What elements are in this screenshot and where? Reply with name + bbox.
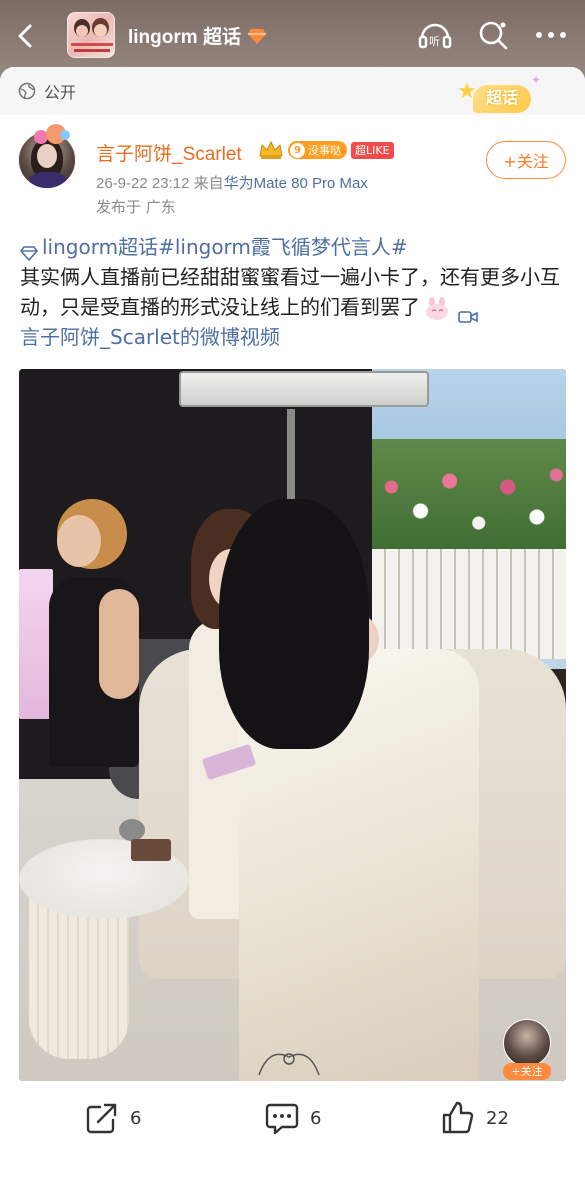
video-light-panel: [179, 371, 429, 407]
sparkle-icon: ✦: [531, 73, 542, 87]
listen-icon[interactable]: 听: [417, 18, 453, 52]
video-person-left: [39, 499, 149, 769]
level-tag: 没事哒: [308, 144, 341, 157]
video-cup: [119, 819, 145, 841]
video-decoration-icon: [249, 1037, 329, 1077]
post-location: 发布于 广东: [96, 198, 176, 216]
super-like-badge[interactable]: 超LIKE: [351, 141, 394, 159]
post-meta: 26-9-22 23:12 来自华为Mate 80 Pro Max: [96, 172, 368, 193]
more-icon[interactable]: [533, 18, 569, 52]
chaohua-badge-label: 超话: [473, 85, 531, 113]
source-prefix: 来自: [193, 175, 224, 192]
search-icon[interactable]: [475, 18, 511, 52]
share-button[interactable]: 6: [84, 1100, 141, 1136]
visibility-label: 公开: [44, 83, 77, 102]
comment-count: 6: [310, 1107, 322, 1129]
video-follow-button[interactable]: +关注: [503, 1063, 551, 1080]
video-box: [131, 839, 171, 861]
video-author-avatar[interactable]: [503, 1019, 551, 1067]
diamond-icon: [19, 239, 39, 262]
post-time: 26-9-22 23:12: [96, 175, 190, 192]
rabbit-emoji-icon: [424, 296, 450, 321]
post-content: lingorm超话#lingorm霞飞循梦代言人# 其实俩人直播前已经甜甜蜜蜜看…: [19, 232, 568, 352]
video-camera-icon: [458, 302, 478, 323]
comment-button[interactable]: 6: [264, 1100, 321, 1136]
top-bar: lingorm 超话 听: [0, 0, 585, 70]
post-body: 其实俩人直播前已经甜甜蜜蜜看过一遍小卡了，还有更多小互动，只是受直播的形式没让线…: [20, 262, 568, 352]
topic-title-text: lingorm 超话: [128, 27, 241, 48]
post-body-text: 其实俩人直播前已经甜甜蜜蜜看过一遍小卡了，还有更多小互动，只是受直播的形式没让线…: [20, 265, 560, 319]
back-icon[interactable]: [12, 20, 40, 52]
author-name[interactable]: 言子阿饼_Scarlet: [96, 139, 242, 166]
top-actions: 听: [417, 18, 569, 52]
topic-thumbnail[interactable]: [67, 12, 115, 58]
author-badges: 9 没事哒 超LIKE: [258, 140, 394, 160]
video-link[interactable]: 言子阿饼_Scarlet的微博视频: [20, 325, 280, 349]
crown-icon: [258, 140, 284, 160]
level-number: 9: [290, 142, 305, 158]
video-person-right: [219, 499, 479, 1081]
topic-line[interactable]: lingorm超话#lingorm霞飞循梦代言人#: [19, 232, 568, 262]
globe-icon: [18, 82, 36, 100]
share-count: 6: [130, 1107, 142, 1129]
device-link[interactable]: 华为Mate 80 Pro Max: [224, 175, 368, 192]
topic-title[interactable]: lingorm 超话: [128, 22, 267, 49]
thumbs-up-icon: [442, 1101, 474, 1134]
listen-label: 听: [429, 35, 440, 48]
video-player[interactable]: +关注: [19, 369, 566, 1081]
like-button[interactable]: 22: [440, 1100, 509, 1136]
share-icon: [86, 1103, 117, 1134]
level-badge[interactable]: 9 没事哒: [288, 141, 347, 159]
like-count: 22: [486, 1107, 509, 1129]
chaohua-badge: ★ 超话 ✦: [453, 73, 541, 119]
avatar-decoration-icon: [34, 124, 74, 146]
gem-icon: [247, 27, 267, 45]
comment-icon: [265, 1103, 299, 1135]
follow-button[interactable]: +关注: [486, 141, 566, 179]
action-bar: 6 6 22: [0, 1086, 585, 1200]
topic-text[interactable]: lingorm超话#lingorm霞飞循梦代言人#: [42, 232, 408, 262]
